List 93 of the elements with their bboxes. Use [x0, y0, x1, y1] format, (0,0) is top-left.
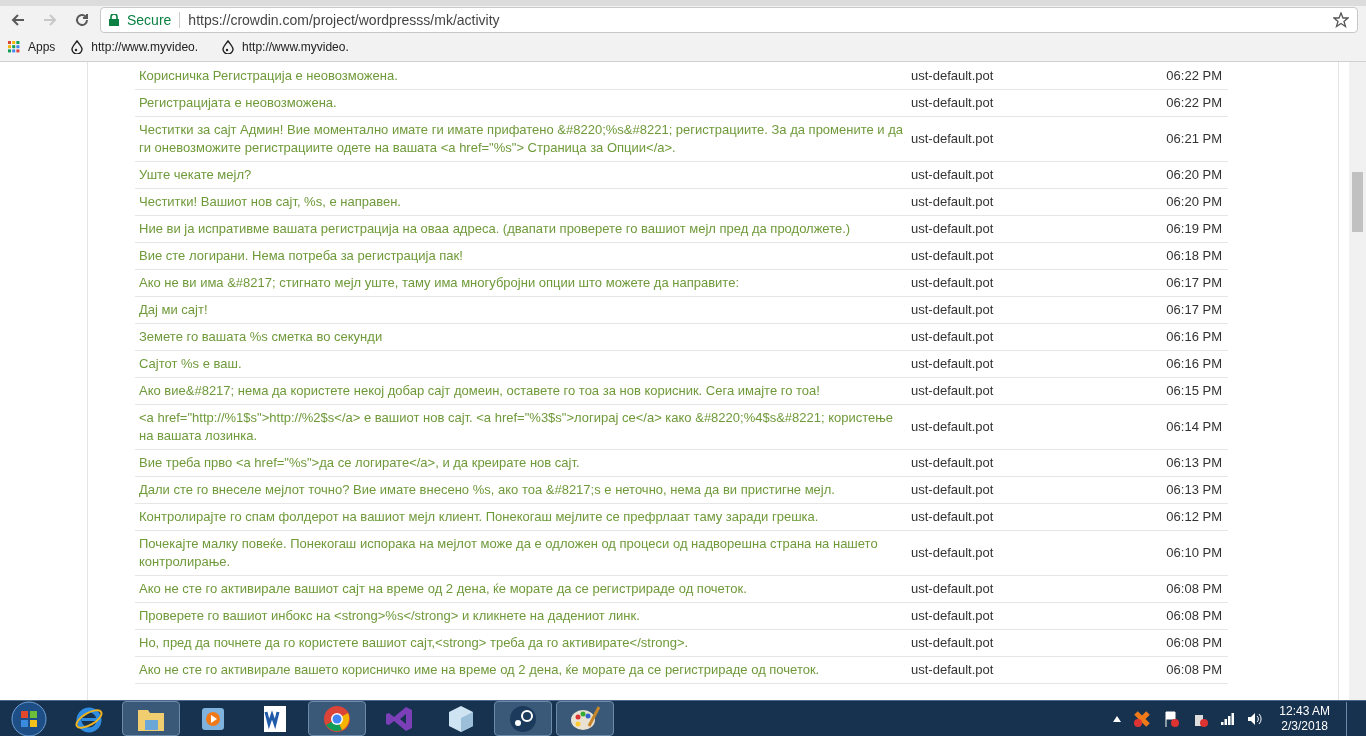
file-name: ust-default.pot	[911, 67, 995, 85]
time-text: 06:17 PM	[1165, 301, 1223, 319]
file-name: ust-default.pot	[911, 130, 995, 148]
bookmark-link[interactable]: http://www.myvideo.	[222, 38, 357, 56]
string-link[interactable]: Но, пред да почнете да го користете вашиот сајт,<strong> треба да го активирате</strong>.	[135, 634, 911, 652]
time-text: 06:18 PM	[1165, 247, 1223, 265]
url-text: https://crowdin.com/project/wordpresss/mk/activity	[188, 10, 501, 30]
string-link[interactable]: Ако не ви има &#8217; стигнато мејл уште, таму има многубројни опции што можете да направите:	[135, 274, 911, 292]
back-arrow-icon	[10, 12, 26, 28]
time-text: 06:20 PM	[1165, 193, 1223, 211]
file-name: ust-default.pot	[911, 220, 995, 238]
file-name: ust-default.pot	[911, 166, 995, 184]
antivirus-tray-icon[interactable]	[1133, 709, 1152, 728]
file-name: ust-default.pot	[911, 355, 995, 373]
string-link[interactable]: Честитки! Вашиот нов сајт, %s, е направен.	[135, 193, 911, 211]
file-name: ust-default.pot	[911, 418, 995, 436]
time-text: 06:12 PM	[1165, 508, 1223, 526]
clock[interactable]: 12:43 AM 2/3/2018	[1275, 703, 1334, 734]
string-link[interactable]: Уште чекате мејл?	[135, 166, 911, 184]
time-text: 06:22 PM	[1165, 94, 1223, 112]
time-text: 06:14 PM	[1165, 418, 1223, 436]
time-text: 06:16 PM	[1165, 328, 1223, 346]
string-link[interactable]: Ако вие&#8217; нема да користете некој добар сајт домеин, оставете го тоа за нов корисник. Сега имајте го тоа!	[135, 382, 911, 400]
time-text: 06:08 PM	[1165, 607, 1223, 625]
bookmark-link[interactable]: http://www.myvideo.	[71, 38, 207, 56]
string-link[interactable]: Вие сте логирани. Нема потреба за регистрација пак!	[135, 247, 911, 265]
file-name: ust-default.pot	[911, 661, 995, 679]
steam-icon	[508, 703, 538, 734]
string-link[interactable]: Регистрацијата е неовозможена.	[135, 94, 911, 112]
string-link[interactable]: Сајтот %s е ваш.	[135, 355, 911, 373]
clock-date: 2/3/2018	[1281, 718, 1328, 734]
string-link[interactable]: Контролирајте го спам фолдерот на вашиот мејл клиент. Понекогаш мејлите се префрлаат таму заради грешка.	[135, 508, 911, 526]
file-name: ust-default.pot	[911, 508, 995, 526]
string-link[interactable]: Почекајте малку повеќе. Понекогаш испорака на мејлот може да е одложен од процеси од надворешна страна на нашето контролирање.	[135, 535, 911, 571]
signal-bars-icon[interactable]	[1221, 712, 1236, 725]
time-text: 06:22 PM	[1165, 67, 1223, 85]
string-link[interactable]: Вие треба прво <a href="%s">да се логирате</a>, и да креирате нов сајт.	[135, 454, 911, 472]
file-name: ust-default.pot	[911, 301, 995, 319]
string-link[interactable]: Земете го вашата %s сметка во секунди	[135, 328, 911, 346]
time-text: 06:20 PM	[1165, 166, 1223, 184]
lock-icon	[109, 14, 119, 26]
file-name: ust-default.pot	[911, 247, 995, 265]
taskbar-button[interactable]	[494, 701, 552, 736]
string-link[interactable]: Честитки за сајт Админ! Вие моментално имате ги имате прифатено &#8220;%s&#8221; регистрациите. За да промените и да ги оневозможите регистрациите одете на вашата <a href="%s"> Страница за Опции</a>.	[135, 121, 911, 157]
speaker-icon[interactable]	[1247, 711, 1264, 726]
drop-icon	[71, 40, 84, 54]
file-name: ust-default.pot	[911, 274, 995, 292]
cube-icon	[447, 703, 475, 734]
chrome-icon	[322, 703, 352, 734]
flag-tray-icon[interactable]	[1163, 709, 1182, 728]
drop-icon	[222, 40, 235, 54]
start-orb-icon	[11, 700, 47, 736]
string-link[interactable]: Корисничка Регистрација е неовозможена.	[135, 67, 911, 85]
time-text: 06:10 PM	[1165, 544, 1223, 562]
taskbar-button[interactable]	[556, 701, 614, 736]
file-name: ust-default.pot	[911, 193, 995, 211]
string-link[interactable]: Ако не сте го активирале вашиот сајт на време од 2 дена, ќе морате да се регистрираде од почеток.	[135, 580, 911, 598]
time-text: 06:08 PM	[1165, 580, 1223, 598]
file-name: ust-default.pot	[911, 382, 995, 400]
time-text: 06:13 PM	[1165, 454, 1223, 472]
reload-icon	[74, 12, 90, 28]
file-name: ust-default.pot	[911, 544, 995, 562]
string-link[interactable]: Проверете го вашиот инбокс на <strong>%s</strong> и кликнете на дадениот линк.	[135, 607, 911, 625]
show-hidden-icons-icon[interactable]	[1113, 715, 1122, 722]
security-label: Secure	[127, 10, 172, 30]
scrollbar-thumb[interactable]	[1352, 172, 1363, 232]
time-text: 06:15 PM	[1165, 382, 1223, 400]
string-link[interactable]: Дај ми сајт!	[135, 301, 911, 319]
time-text: 06:13 PM	[1165, 481, 1223, 499]
file-name: ust-default.pot	[911, 634, 995, 652]
time-text: 06:19 PM	[1165, 220, 1223, 238]
address-bar[interactable]: Secure https://crowdin.com/project/wordpresss/mk/activity	[100, 7, 1358, 33]
file-name: ust-default.pot	[911, 94, 995, 112]
apps-bookmark[interactable]: Apps	[8, 38, 56, 56]
time-text: 06:08 PM	[1165, 661, 1223, 679]
forward-arrow-icon	[42, 12, 58, 28]
clock-time: 12:43 AM	[1279, 703, 1330, 719]
time-text: 06:17 PM	[1165, 274, 1223, 292]
file-name: ust-default.pot	[911, 481, 995, 499]
string-link[interactable]: Ние ви ја испративме вашата регистрација на оваа адреса. (двапати проверете го вашиот мејл пред да продолжете.)	[135, 220, 911, 238]
file-name: ust-default.pot	[911, 580, 995, 598]
apps-grid-icon	[8, 41, 20, 53]
file-name: ust-default.pot	[911, 454, 995, 472]
string-link[interactable]: Ако не сте го активирале вашето корисничко име на време од 2 дена, ќе морате да се регистрираде од почеток.	[135, 661, 911, 679]
time-text: 06:16 PM	[1165, 355, 1223, 373]
time-text: 06:08 PM	[1165, 634, 1223, 652]
scrollbar[interactable]	[1349, 62, 1366, 700]
star-icon[interactable]	[1333, 12, 1349, 28]
file-name: ust-default.pot	[911, 607, 995, 625]
string-link[interactable]: Дали сте го внеселе мејлот точно? Вие имате внесено %s, ако тоа &#8217;s е неточно, нема да ви пристигне мејл.	[135, 481, 911, 499]
string-link[interactable]: <a href="http://%1$s">http://%2$s</a> е вашиот нов сајт. <a href="%3$s">логирај се</a> како &#8220;%4$s&#8221; користење на вашата лозинка.	[135, 409, 911, 445]
file-name: ust-default.pot	[911, 328, 995, 346]
time-text: 06:21 PM	[1165, 130, 1223, 148]
